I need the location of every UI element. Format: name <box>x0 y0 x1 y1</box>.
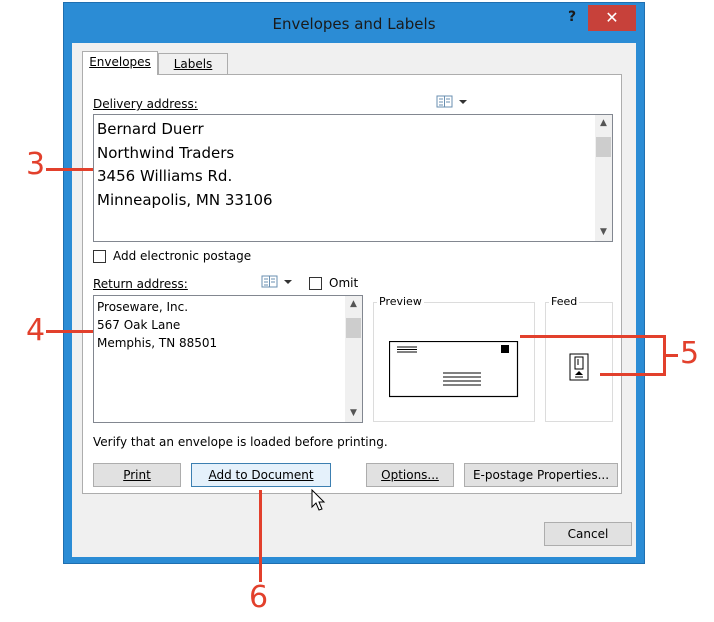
delivery-address-label: Delivery address: <box>93 97 198 111</box>
tab-envelopes-label: Envelopes <box>89 55 151 69</box>
dialog-title: Envelopes and Labels <box>272 15 436 33</box>
return-address-book-button[interactable] <box>260 274 300 290</box>
preview-label: Preview <box>377 295 424 308</box>
tab-envelopes[interactable]: Envelopes <box>82 51 158 75</box>
scroll-thumb[interactable] <box>346 318 361 338</box>
envelopes-dialog: Envelopes and Labels ? ✕ Envelopes Label… <box>63 2 645 564</box>
envelope-preview-icon <box>388 340 519 398</box>
cancel-button-label: Cancel <box>567 527 609 541</box>
add-to-document-label: Add to Document <box>208 468 314 482</box>
feed-icon <box>569 353 589 381</box>
scroll-down-icon[interactable]: ▼ <box>595 224 612 241</box>
tab-labels[interactable]: Labels <box>158 53 228 75</box>
title-bar[interactable]: Envelopes and Labels ? ✕ <box>64 3 644 43</box>
delivery-line: Minneapolis, MN 33106 <box>97 190 273 209</box>
electronic-postage-label: Add electronic postage <box>113 249 252 263</box>
address-book-icon <box>436 95 467 108</box>
delivery-line: Northwind Traders <box>97 143 235 162</box>
scroll-thumb[interactable] <box>596 137 611 157</box>
verify-text: Verify that an envelope is loaded before… <box>93 435 388 449</box>
callout-5-top-line <box>520 335 665 338</box>
callout-3-line <box>46 168 93 171</box>
delivery-address-text: Bernard Duerr Northwind Traders 3456 Wil… <box>97 118 273 212</box>
help-button[interactable]: ? <box>560 9 584 29</box>
return-line: Memphis, TN 88501 <box>97 336 218 350</box>
feed-label: Feed <box>549 295 580 308</box>
callout-4-line <box>46 330 93 333</box>
omit-label: Omit <box>329 276 359 290</box>
cancel-button[interactable]: Cancel <box>544 522 632 546</box>
delivery-scrollbar[interactable]: ▲ ▼ <box>595 115 612 241</box>
address-book-icon <box>261 275 292 288</box>
mouse-cursor <box>311 488 327 516</box>
e-postage-properties-label: E-postage Properties... <box>472 468 610 482</box>
scroll-down-icon[interactable]: ▼ <box>345 405 362 422</box>
add-to-document-button[interactable]: Add to Document <box>191 463 331 487</box>
return-address-textbox[interactable]: Proseware, Inc. 567 Oak Lane Memphis, TN… <box>93 295 363 423</box>
callout-5-bottom-line <box>600 373 665 376</box>
options-button-label: Options... <box>381 468 439 482</box>
callout-6: 6 <box>249 580 269 615</box>
print-button[interactable]: Print <box>93 463 181 487</box>
return-address-text: Proseware, Inc. 567 Oak Lane Memphis, TN… <box>97 298 217 352</box>
delivery-address-textbox[interactable]: Bernard Duerr Northwind Traders 3456 Wil… <box>93 114 613 242</box>
e-postage-properties-button[interactable]: E-postage Properties... <box>464 463 618 487</box>
return-line: Proseware, Inc. <box>97 300 189 314</box>
address-book-button[interactable] <box>435 94 475 110</box>
callout-4: 4 <box>26 313 46 348</box>
pointer-icon <box>311 488 326 511</box>
scroll-up-icon[interactable]: ▲ <box>345 296 362 313</box>
electronic-postage-checkbox[interactable] <box>93 250 106 263</box>
return-address-label: Return address: <box>93 277 188 291</box>
return-line: 567 Oak Lane <box>97 318 181 332</box>
options-button[interactable]: Options... <box>366 463 454 487</box>
callout-3: 3 <box>26 147 46 182</box>
callout-6-line <box>259 490 262 582</box>
callout-5-stub <box>664 354 678 357</box>
callout-5: 5 <box>680 336 700 371</box>
delivery-line: 3456 Williams Rd. <box>97 167 233 185</box>
omit-checkbox[interactable] <box>309 277 322 290</box>
envelope-preview[interactable] <box>388 340 519 402</box>
print-button-label: Print <box>123 468 151 482</box>
envelopes-panel: Delivery address: Bernard Duerr Northwin… <box>82 74 622 494</box>
feed-button[interactable] <box>569 353 591 386</box>
delivery-line: Bernard Duerr <box>97 120 204 138</box>
scroll-up-icon[interactable]: ▲ <box>595 115 612 132</box>
close-button[interactable]: ✕ <box>588 5 636 31</box>
dialog-body: Envelopes Labels Delivery address: Berna… <box>72 43 636 557</box>
return-scrollbar[interactable]: ▲ ▼ <box>345 296 362 422</box>
tab-labels-label: Labels <box>173 57 213 71</box>
